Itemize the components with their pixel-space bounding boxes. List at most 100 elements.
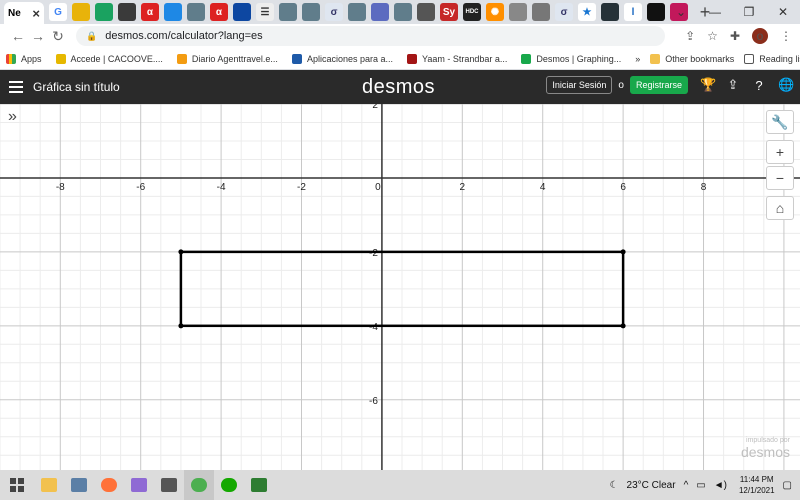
register-button[interactable]: Registrarse bbox=[629, 76, 688, 94]
bookmark-desmos[interactable]: Desmos | Graphing... bbox=[521, 53, 621, 64]
weather-text[interactable]: 23°C Clear bbox=[627, 480, 676, 491]
bookmark-star-icon[interactable]: ☆ bbox=[707, 29, 718, 43]
lock-icon: 🔒 bbox=[86, 30, 98, 41]
favicon-icon bbox=[291, 53, 302, 64]
hat-tab-icon[interactable] bbox=[187, 3, 205, 21]
tray-chevron-icon[interactable]: ^ bbox=[684, 480, 689, 491]
menu-icon[interactable] bbox=[9, 78, 23, 96]
zoom-in-button[interactable]: + bbox=[766, 140, 794, 164]
bookmark-reading-list[interactable]: Reading list bbox=[744, 53, 800, 64]
maximize-button[interactable]: ❐ bbox=[732, 5, 766, 19]
minimize-button[interactable]: — bbox=[698, 5, 732, 19]
window-controls: ⌄ — ❐ ✕ bbox=[664, 0, 800, 24]
x-tick-label: 4 bbox=[540, 182, 546, 193]
bookmark-diario[interactable]: Diario Agenttravel.e... bbox=[176, 53, 278, 64]
grey-circle-tab-icon[interactable] bbox=[509, 3, 527, 21]
firefox-icon[interactable] bbox=[94, 470, 124, 500]
powered-by-label: impulsado por bbox=[746, 437, 790, 444]
network-icon[interactable]: ▭ bbox=[696, 480, 705, 491]
media-player-icon[interactable] bbox=[64, 470, 94, 500]
flag-tab-icon[interactable] bbox=[647, 3, 665, 21]
graph-title[interactable]: Gráfica sin título bbox=[33, 80, 120, 94]
calc-tab-icon[interactable] bbox=[417, 3, 435, 21]
forward-button[interactable]: → bbox=[28, 28, 48, 44]
graph-tools: 🔧 + − ⌂ bbox=[766, 110, 794, 222]
hex-tab-icon[interactable] bbox=[601, 3, 619, 21]
y-tick-label: -6 bbox=[369, 396, 378, 407]
url-text: desmos.com/calculator?lang=es bbox=[105, 30, 263, 42]
list-tab-icon[interactable]: ☰ bbox=[256, 3, 274, 21]
x-tick-label: 0 bbox=[375, 182, 381, 193]
drawing-app-icon[interactable] bbox=[124, 470, 154, 500]
close-window-button[interactable]: ✕ bbox=[766, 5, 800, 19]
graph-paper[interactable]: -8 -6 -4 -2 0 2 4 6 8 2 -2 -4 -6 » 🔧 + − ⌂ impulsado… bbox=[0, 104, 800, 470]
grey-circle2-tab-icon[interactable] bbox=[532, 3, 550, 21]
gear-tab-icon[interactable]: ✺ bbox=[486, 3, 504, 21]
extensions-icon[interactable]: ✚ bbox=[730, 29, 740, 43]
bookmarks-more-button[interactable]: » bbox=[635, 54, 640, 64]
graph-canvas: -8 -6 -4 -2 0 2 4 6 8 2 -2 -4 -6 bbox=[0, 104, 800, 470]
login-button[interactable]: Iniciar Sesión bbox=[546, 76, 613, 94]
globe-tab-icon[interactable] bbox=[164, 3, 182, 21]
desmos-logo: desmos bbox=[362, 76, 436, 98]
file-explorer-icon[interactable] bbox=[34, 470, 64, 500]
x-tick-label: -4 bbox=[217, 182, 226, 193]
close-tab-icon[interactable]: × bbox=[32, 6, 40, 21]
vertex-point bbox=[620, 323, 626, 329]
alpha2-tab-icon[interactable]: α bbox=[210, 3, 228, 21]
upwork-icon[interactable] bbox=[214, 470, 244, 500]
hat3-tab-icon[interactable] bbox=[302, 3, 320, 21]
url-field[interactable]: 🔒 desmos.com/calculator?lang=es bbox=[76, 26, 666, 46]
profile-avatar[interactable]: o bbox=[752, 28, 768, 44]
favicon-icon bbox=[521, 53, 532, 64]
windows-start-icon[interactable] bbox=[0, 470, 34, 500]
sy-tab-icon[interactable]: Sy bbox=[440, 3, 458, 21]
browser-menu-icon[interactable]: ⋮ bbox=[780, 29, 792, 43]
bookmark-label: Other bookmarks bbox=[665, 53, 735, 64]
sigma2-tab-icon[interactable]: σ bbox=[555, 3, 573, 21]
zoom-out-button[interactable]: − bbox=[766, 166, 794, 190]
alpha-tab-icon[interactable]: α bbox=[141, 3, 159, 21]
active-tab[interactable]: Ne × bbox=[4, 2, 44, 24]
back-button[interactable]: ← bbox=[8, 28, 28, 44]
trophy-icon[interactable]: 🏆 bbox=[700, 77, 716, 93]
calculator-icon[interactable] bbox=[154, 470, 184, 500]
x-tick-label: 6 bbox=[620, 182, 626, 193]
hat2-tab-icon[interactable] bbox=[279, 3, 297, 21]
green-shield-tab-icon[interactable] bbox=[95, 3, 113, 21]
help-icon[interactable]: ? bbox=[752, 78, 766, 93]
chrome-icon[interactable] bbox=[184, 470, 214, 500]
bookmark-cacoove[interactable]: Accede | CACOOVE.... bbox=[55, 53, 163, 64]
language-globe-icon[interactable]: 🌐 bbox=[778, 77, 794, 93]
expand-expressions-icon[interactable]: » bbox=[8, 108, 17, 126]
moon-tab-icon[interactable] bbox=[371, 3, 389, 21]
hat4-tab-icon[interactable] bbox=[348, 3, 366, 21]
share-graph-icon[interactable]: ⇪ bbox=[726, 77, 740, 93]
google-tab-icon[interactable]: G bbox=[49, 3, 67, 21]
weather-moon-icon[interactable]: ☾ bbox=[610, 480, 619, 491]
share-icon[interactable]: ⇪ bbox=[685, 29, 695, 43]
shield-tab-icon[interactable] bbox=[118, 3, 136, 21]
clock[interactable]: 11:44 PM 12/1/2021 bbox=[739, 474, 775, 496]
tab-search-icon[interactable]: ⌄ bbox=[664, 5, 698, 19]
bookmark-aplicaciones[interactable]: Aplicaciones para a... bbox=[291, 53, 393, 64]
home-icon[interactable]: ⌂ bbox=[766, 196, 794, 220]
folder-icon bbox=[650, 53, 661, 64]
notifications-icon[interactable]: ▢ bbox=[783, 480, 792, 491]
hat5-tab-icon[interactable] bbox=[394, 3, 412, 21]
yellow-tab-icon[interactable] bbox=[72, 3, 90, 21]
bookmark-other[interactable]: Other bookmarks bbox=[650, 53, 735, 64]
bookmark-apps[interactable]: Apps bbox=[6, 53, 42, 64]
notes-icon[interactable] bbox=[244, 470, 274, 500]
star-tab-icon[interactable]: ★ bbox=[578, 3, 596, 21]
x-tick-label: 2 bbox=[460, 182, 466, 193]
volume-icon[interactable]: ◄) bbox=[714, 480, 727, 491]
reload-button[interactable]: ↻ bbox=[48, 28, 68, 45]
l-tab-icon[interactable]: l bbox=[624, 3, 642, 21]
circle-tab-icon[interactable] bbox=[233, 3, 251, 21]
sigma-tab-icon[interactable]: σ bbox=[325, 3, 343, 21]
bookmark-label: Accede | CACOOVE.... bbox=[70, 53, 163, 64]
wrench-icon[interactable]: 🔧 bbox=[766, 110, 794, 134]
hdc-tab-icon[interactable]: HDC bbox=[463, 3, 481, 21]
bookmark-yaam[interactable]: Yaam - Strandbar a... bbox=[407, 53, 507, 64]
